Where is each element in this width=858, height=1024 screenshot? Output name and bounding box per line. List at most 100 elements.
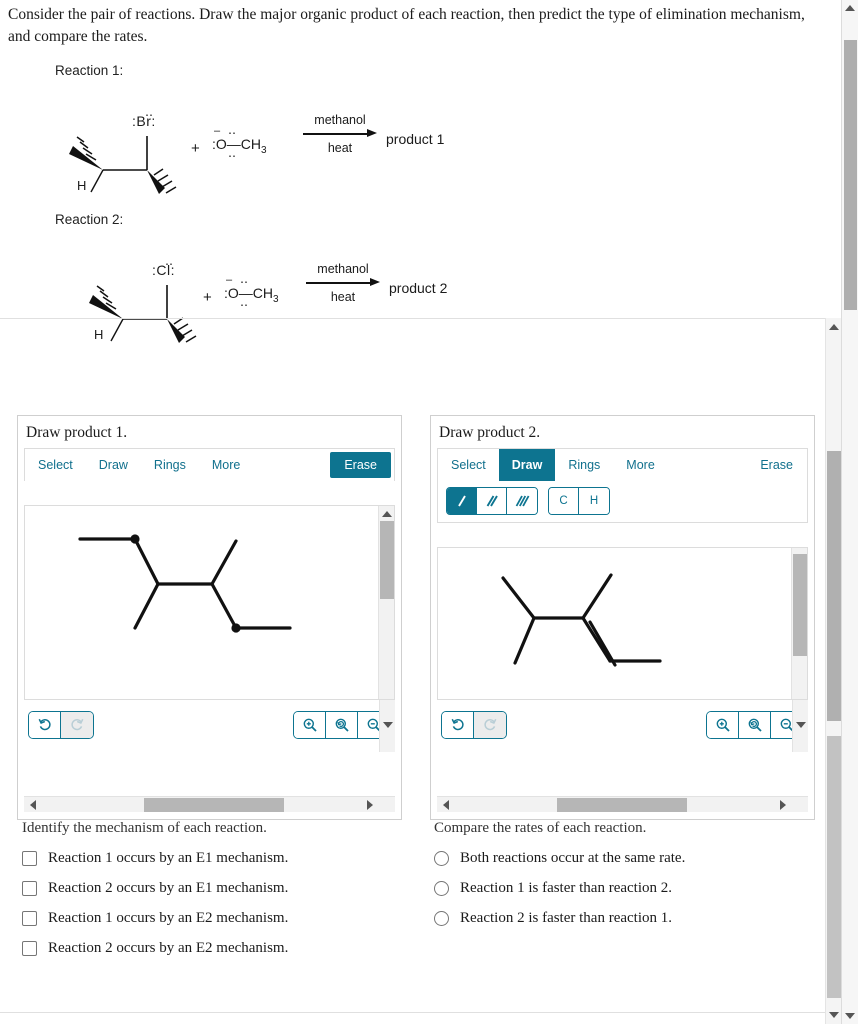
panel-1-scroll-left-icon[interactable] — [30, 799, 36, 810]
panel-1-canvas-scroll-up-icon[interactable] — [382, 510, 392, 517]
mechanism-option-2[interactable]: Reaction 2 occurs by an E1 mechanism. — [22, 880, 412, 897]
panel-1-zoom-in-button[interactable] — [294, 711, 326, 738]
mechanism-option-2-label: Reaction 2 occurs by an E1 mechanism. — [48, 880, 289, 896]
panel-1-tab-more[interactable]: More — [199, 449, 253, 481]
page-prompt: Consider the pair of reactions. Draw the… — [8, 6, 805, 46]
panel-1-horizontal-scrollbar[interactable] — [24, 795, 395, 812]
panel-2-tab-draw[interactable]: Draw — [498, 448, 556, 481]
reaction-1-arrow-line — [303, 128, 377, 140]
panel-2-scroll-right-icon[interactable] — [780, 799, 786, 810]
panel-1-scroll-right-icon[interactable] — [367, 799, 373, 810]
panel-2-horizontal-scrollbar[interactable] — [437, 795, 808, 812]
mechanism-checkbox-1[interactable] — [22, 851, 37, 866]
rate-option-2[interactable]: Reaction 1 is faster than reaction 2. — [434, 880, 824, 897]
reaction-1-condition-top: methanol — [314, 112, 366, 127]
panel-1-history-group — [28, 710, 94, 739]
content-vertical-scrollbar[interactable] — [825, 318, 841, 1024]
rate-option-2-label: Reaction 1 is faster than reaction 2. — [460, 880, 673, 896]
window-vertical-scrollbar[interactable] — [841, 0, 858, 1024]
panel-1-title: Draw product 1. — [26, 423, 128, 441]
window-scroll-up-icon[interactable] — [845, 5, 855, 11]
reaction-2-reagent-bottom-lone-pair: ‥ — [240, 294, 249, 309]
panel-1-tab-draw[interactable]: Draw — [86, 449, 141, 481]
panel-2-zoom-reset-button[interactable] — [739, 711, 771, 738]
panel-1-canvas-vscroll-thumb[interactable] — [380, 520, 394, 599]
panel-1-tab-rings[interactable]: Rings — [141, 449, 199, 481]
mechanism-option-3[interactable]: Reaction 1 occurs by an E2 mechanism. — [22, 910, 412, 927]
panel-2-canvas-vertical-scrollbar[interactable] — [791, 547, 807, 699]
reaction-1-halogen-lone-pair: ‥ — [145, 104, 154, 119]
panel-2-outer-vertical-scrollbar[interactable] — [792, 699, 808, 752]
panel-1-canvas[interactable] — [24, 504, 395, 700]
panel-2-scroll-down-icon[interactable] — [796, 721, 806, 728]
carbon-atom-button[interactable]: C — [549, 488, 579, 515]
rate-question-title: Compare the rates of each reaction. — [434, 820, 647, 836]
reaction-2-reagent-methyl: CH3 — [252, 284, 279, 305]
panel-2-toolbar: Select Draw Rings More Erase — [437, 447, 808, 481]
panel-2-zoom-in-button[interactable] — [707, 711, 739, 738]
reaction-2-label: Reaction 2: — [55, 211, 124, 227]
content-scroll-up-icon[interactable] — [829, 324, 839, 330]
bottom-divider — [0, 1012, 825, 1013]
double-bond-button[interactable] — [477, 488, 507, 515]
panel-1-zoom-reset-button[interactable] — [326, 711, 358, 738]
mechanism-checkbox-4[interactable] — [22, 941, 37, 956]
panel-2-scroll-left-icon[interactable] — [443, 799, 449, 810]
panel-2-canvas[interactable] — [437, 546, 808, 700]
mechanism-checkbox-3[interactable] — [22, 911, 37, 926]
rate-radio-2[interactable] — [434, 881, 449, 896]
rate-option-1-label: Both reactions occur at the same rate. — [460, 850, 686, 866]
panel-1-scroll-down-icon[interactable] — [383, 721, 393, 728]
panel-1-zoom-group — [293, 710, 391, 739]
panel-2-tab-more[interactable]: More — [613, 449, 667, 481]
panel-2-erase-button[interactable]: Erase — [746, 449, 807, 481]
rate-radio-3[interactable] — [434, 911, 449, 926]
panel-2-zoom-group — [706, 710, 804, 739]
content-scroll-down-icon[interactable] — [829, 1012, 839, 1018]
draw-product-2-panel: Draw product 2. Select Draw Rings More E… — [430, 414, 815, 820]
panel-1-vertex-dot-right — [231, 623, 241, 633]
rate-option-1[interactable]: Both reactions occur at the same rate. — [434, 850, 824, 867]
reaction-2-arrow-line — [306, 277, 380, 289]
panel-1-redo-button — [61, 711, 93, 738]
panel-2-controls — [441, 710, 804, 739]
panel-1-canvas-vertical-scrollbar[interactable] — [378, 505, 394, 699]
reaction-2-halogen-lone-pair: ‥ — [165, 253, 174, 268]
panel-1-outer-vertical-scrollbar[interactable] — [379, 699, 395, 752]
panel-2-tab-select[interactable]: Select — [438, 449, 499, 481]
mechanism-option-1-label: Reaction 1 occurs by an E1 mechanism. — [48, 850, 289, 866]
mechanism-option-3-label: Reaction 1 occurs by an E2 mechanism. — [48, 910, 289, 926]
panel-1-tab-select[interactable]: Select — [25, 449, 86, 481]
hydrogen-atom-button[interactable]: H — [579, 488, 609, 515]
panel-1-controls — [28, 710, 391, 739]
reaction-1-reagent-methyl: CH3 — [240, 135, 267, 156]
reaction-1-reagent: :O—CH3 — [212, 135, 267, 156]
rate-option-3[interactable]: Reaction 2 is faster than reaction 1. — [434, 910, 824, 927]
panel-1-erase-button[interactable]: Erase — [330, 451, 391, 478]
reaction-1-condition-bottom: heat — [327, 140, 353, 155]
mechanism-question-block: Identify the mechanism of each reaction.… — [22, 820, 412, 957]
content-vscroll-thumb[interactable] — [827, 451, 841, 721]
reaction-2-row: H :Cl: ‥ + – ‥ :O—CH3 ‥ methanol heat pr… — [0, 227, 825, 347]
panel-1-toolbar: Select Draw Rings More Erase — [24, 447, 395, 481]
panel-2-hscroll-thumb[interactable] — [557, 797, 687, 812]
reaction-1-reagent-bottom-lone-pair: ‥ — [228, 145, 237, 160]
mechanism-option-4[interactable]: Reaction 2 occurs by an E2 mechanism. — [22, 940, 412, 957]
single-bond-button[interactable] — [447, 488, 477, 515]
panel-1-hscroll-thumb[interactable] — [144, 797, 284, 812]
mechanism-checkbox-2[interactable] — [22, 881, 37, 896]
section-divider — [0, 318, 825, 319]
mechanism-option-1[interactable]: Reaction 1 occurs by an E1 mechanism. — [22, 850, 412, 867]
rate-radio-1[interactable] — [434, 851, 449, 866]
window-vscroll-thumb[interactable] — [844, 40, 857, 310]
content-vscroll-thumb-lower[interactable] — [827, 736, 841, 998]
draw-product-1-panel: Draw product 1. Select Draw Rings More E… — [17, 414, 402, 820]
window-scroll-down-icon[interactable] — [845, 1013, 855, 1019]
panel-1-undo-button[interactable] — [29, 711, 61, 738]
panel-2-tab-rings[interactable]: Rings — [555, 449, 613, 481]
panel-2-canvas-vscroll-thumb[interactable] — [793, 553, 807, 656]
reaction-1-label: Reaction 1: — [55, 62, 124, 78]
triple-bond-button[interactable] — [507, 488, 537, 515]
panel-2-bond-tool-group — [446, 487, 538, 516]
panel-2-undo-button[interactable] — [442, 711, 474, 738]
